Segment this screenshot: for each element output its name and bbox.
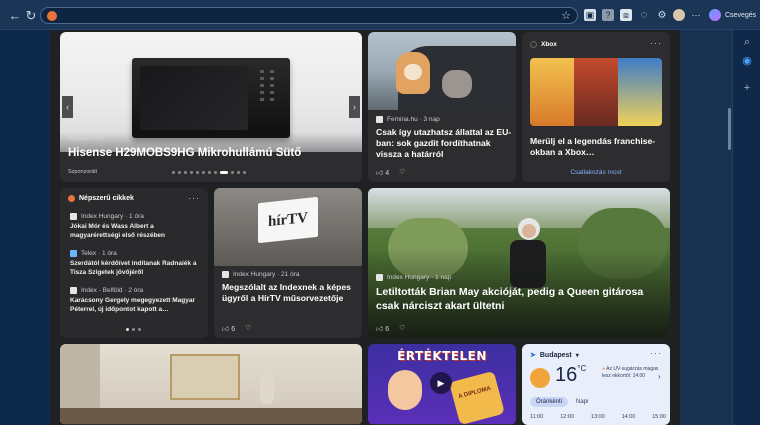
article-source: Index Hungary · 1 nap — [376, 274, 451, 281]
carousel-indicators[interactable] — [172, 171, 246, 174]
tab-hourly[interactable]: Óránkénti — [530, 397, 569, 407]
dog-cat-image — [368, 32, 516, 110]
fire-icon — [68, 195, 75, 202]
copilot-icon — [709, 9, 721, 21]
reactions[interactable]: 👍︎ 6 ♡ — [222, 324, 251, 333]
hirtv-logo: hírTV — [258, 196, 318, 244]
site-favicon-icon — [47, 11, 57, 21]
join-now-link[interactable]: Csatlakozás most — [522, 169, 670, 176]
publisher-icon — [376, 274, 383, 281]
carousel-prev-button[interactable]: ‹ — [62, 96, 73, 118]
add-icon[interactable]: + — [741, 82, 753, 94]
puzzle-icon[interactable]: ◌ — [638, 9, 650, 21]
xbox-ad-card[interactable]: Xbox ··· Merülj el a legendás franchise-… — [522, 32, 670, 182]
ad-source: Euronics HU — [68, 135, 105, 142]
avatar[interactable] — [673, 9, 685, 21]
more-options-icon[interactable]: ··· — [188, 193, 200, 203]
article-source: Index Hungary · 21 óra — [222, 271, 299, 278]
copilot-button[interactable]: Csevegés — [705, 8, 760, 22]
list-item-title[interactable]: Szerdától kérdőívet indítanak Radnaiék a… — [70, 260, 200, 278]
tab-daily[interactable]: Napi — [570, 397, 594, 407]
play-icon[interactable]: ▶ — [430, 372, 452, 394]
publisher-icon — [70, 213, 77, 220]
like-icon[interactable]: 👍︎ 6 — [376, 324, 389, 333]
video-card[interactable]: ÉRTÉKTELEN A DIPLOMA ▶ — [368, 344, 516, 425]
hero-ad-card[interactable]: ‹ › Euronics HU Hisense H29MOBS9HG Mikro… — [60, 32, 362, 182]
browser-toolbar: ← ↻ ☆ ▣ ? ⧈ ◌ ⚙ ⋯ Csevegés — [0, 0, 760, 30]
weather-location[interactable]: ➤ Budapest ▾ — [530, 351, 579, 360]
video-title-text: ÉRTÉKTELEN — [397, 349, 487, 363]
list-item-title[interactable]: Karácsony Gergely megegyezett Magyar Pét… — [70, 297, 200, 315]
article-card[interactable]: Index Hungary · 1 nap Letiltották Brian … — [368, 188, 670, 338]
collections-icon[interactable]: ⚙ — [656, 9, 668, 21]
outlook-icon[interactable]: ◉ — [741, 54, 753, 67]
publisher-icon — [70, 250, 77, 257]
search-icon[interactable]: ⌕ — [741, 36, 753, 48]
popular-articles-card: Népszerű cikkek ··· Index Hungary · 1 ór… — [60, 188, 208, 338]
publisher-icon — [222, 271, 229, 278]
publisher-icon — [70, 287, 77, 294]
video-thumbnail: ÉRTÉKTELEN A DIPLOMA ▶ — [368, 344, 516, 425]
like-icon[interactable]: 👍︎ 6 — [222, 324, 235, 333]
article-source: Femina.hu · 3 nap — [376, 116, 440, 123]
list-item-title[interactable]: Jókai Mór és Wass Albert a magyarérettsé… — [70, 223, 200, 241]
more-icon[interactable]: ⋯ — [690, 9, 702, 21]
microwave — [132, 58, 290, 138]
page-background — [680, 30, 732, 425]
dislike-icon[interactable]: ♡ — [245, 324, 251, 333]
location-pin-icon: ➤ — [530, 352, 536, 359]
like-icon[interactable]: 👍︎ 4 — [376, 168, 389, 177]
article-card[interactable] — [60, 344, 362, 425]
list-item[interactable]: Index Hungary · 1 óra Jókai Mór és Wass … — [70, 213, 200, 241]
reactions[interactable]: 👍︎ 4 ♡ — [376, 168, 405, 177]
refresh-icon[interactable]: ↻ — [22, 6, 40, 24]
hourly-forecast: 11:00 12:00 13:00 14:00 15:00 — [530, 414, 666, 420]
sun-icon — [530, 368, 550, 388]
article-title[interactable]: Megszólalt az Indexnek a képes ügyről a … — [222, 282, 358, 304]
article-title[interactable]: Csak így utazhatsz állattal az EU-ban: s… — [376, 127, 512, 161]
hero-title[interactable]: Hisense H29MOBS9HG Mikrohullámú Sütő — [68, 146, 301, 161]
article-card[interactable]: hírTV Index Hungary · 21 óra Megszólalt … — [214, 188, 362, 338]
game-art-image — [530, 58, 662, 126]
copilot-label: Csevegés — [725, 11, 757, 19]
page-indicators[interactable] — [126, 328, 141, 331]
extension-icon[interactable]: ? — [602, 9, 614, 21]
sponsored-label: Szponzorált — [68, 169, 98, 175]
temperature: 16°C — [555, 364, 587, 386]
address-bar[interactable]: ☆ — [40, 7, 578, 24]
article-card[interactable]: Femina.hu · 3 nap Csak így utazhatsz áll… — [368, 32, 516, 182]
weather-card[interactable]: ➤ Budapest ▾ ··· 16°C ● Az UV-sugárzás m… — [522, 344, 670, 425]
news-feed: ‹ › Euronics HU Hisense H29MOBS9HG Mikro… — [50, 30, 680, 425]
list-item[interactable]: Index - Belföld · 2 óra Karácsony Gergel… — [70, 287, 200, 315]
extension-icon[interactable]: ⧈ — [620, 9, 632, 21]
ad-title[interactable]: Merülj el a legendás franchise-okban a X… — [530, 136, 664, 158]
dislike-icon[interactable]: ♡ — [399, 168, 405, 177]
chevron-down-icon: ▾ — [575, 352, 579, 359]
dislike-icon[interactable]: ♡ — [399, 324, 405, 333]
favorite-star-icon[interactable]: ☆ — [561, 9, 571, 22]
more-options-icon[interactable]: ··· — [650, 38, 662, 48]
chevron-right-icon[interactable]: › — [658, 372, 661, 381]
extension-icon[interactable]: ▣ — [584, 9, 596, 21]
scrollbar-thumb[interactable] — [728, 108, 731, 150]
ad-source: Xbox — [530, 41, 557, 48]
edge-sidebar: ⌕ ◉ + — [732, 30, 760, 425]
popular-header: Népszerű cikkek — [68, 195, 134, 202]
carousel-next-button[interactable]: › — [349, 96, 360, 118]
hirtv-image: hírTV — [214, 188, 362, 266]
interior-image — [60, 344, 362, 424]
more-options-icon[interactable]: ··· — [650, 348, 662, 358]
article-title[interactable]: Letiltották Brian May akcióját, pedig a … — [376, 286, 656, 313]
reactions[interactable]: 👍︎ 6 ♡ — [376, 324, 405, 333]
list-item[interactable]: Telex · 1 óra Szerdától kérdőívet indíta… — [70, 250, 200, 278]
xbox-icon — [530, 41, 537, 48]
publisher-icon — [376, 116, 383, 123]
uv-alert[interactable]: ● Az UV-sugárzás magas lesz ekkortól: 14… — [602, 366, 662, 380]
